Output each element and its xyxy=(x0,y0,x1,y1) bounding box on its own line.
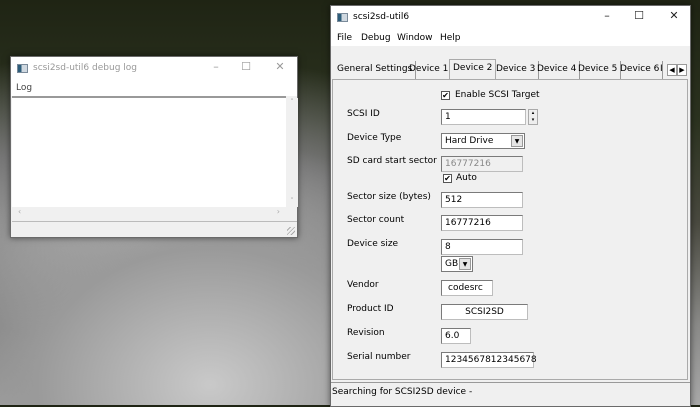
auto-checkbox[interactable]: ✔ xyxy=(443,174,452,183)
resize-grip[interactable] xyxy=(287,227,295,235)
device-settings-panel: ✔ Enable SCSI Target SCSI ID 1 ▴ ▾ Device… xyxy=(332,79,688,380)
sector-size-input[interactable]: 512 xyxy=(441,192,523,208)
auto-label: Auto xyxy=(456,173,477,183)
tab-scroll-right-button[interactable]: ▶ xyxy=(677,64,687,76)
device-size-label: Device size xyxy=(347,239,399,249)
vendor-input[interactable]: codesrc xyxy=(441,280,493,296)
enable-scsi-target-label: Enable SCSI Target xyxy=(455,90,540,100)
vertical-scrollbar[interactable]: ˄ ˅ xyxy=(286,98,298,207)
title-bar[interactable]: scsi2sd-util6 debug log – ☐ ✕ xyxy=(11,57,297,82)
revision-label: Revision xyxy=(347,328,385,338)
serial-number-input[interactable]: 1234567812345678 xyxy=(441,352,537,368)
app-icon xyxy=(17,64,28,73)
scroll-up-arrow[interactable]: ˄ xyxy=(286,98,298,106)
scroll-left-arrow[interactable]: ‹ xyxy=(18,207,21,216)
debug-log-window: scsi2sd-util6 debug log – ☐ ✕ Log ˄ ˅ ‹ … xyxy=(10,56,298,238)
maximize-button[interactable]: ☐ xyxy=(629,9,649,22)
vendor-label: Vendor xyxy=(347,280,379,290)
window-title: scsi2sd-util6 debug log xyxy=(33,63,137,73)
device-type-value: Hard Drive xyxy=(445,136,494,146)
tab-device-5[interactable]: Device 5 xyxy=(575,61,622,79)
chevron-down-icon[interactable]: ▼ xyxy=(511,135,523,147)
tab-device-7-partial[interactable]: I xyxy=(659,61,667,79)
sector-count-input[interactable]: 16777216 xyxy=(441,215,523,231)
scroll-right-arrow[interactable]: › xyxy=(277,207,280,216)
status-bar: Searching for SCSI2SD device - xyxy=(331,382,690,402)
menu-window[interactable]: Window xyxy=(397,33,433,43)
log-text-area[interactable] xyxy=(12,96,286,207)
window-title: scsi2sd-util6 xyxy=(353,12,410,22)
scsi-id-spinner[interactable]: ▴ ▾ xyxy=(528,109,538,125)
tab-device-3[interactable]: Device 3 xyxy=(493,61,540,79)
menu-bar: File Debug Window Help xyxy=(331,31,690,46)
main-window: scsi2sd-util6 – ☐ ✕ File Debug Window He… xyxy=(330,5,691,407)
horizontal-scrollbar[interactable]: ‹ › xyxy=(12,207,286,219)
serial-number-label: Serial number xyxy=(347,352,411,362)
chevron-down-icon[interactable]: ▼ xyxy=(459,258,471,270)
title-bar[interactable]: scsi2sd-util6 – ☐ ✕ xyxy=(331,6,690,31)
minimize-button[interactable]: – xyxy=(206,60,226,73)
tab-general-settings[interactable]: General Settings xyxy=(334,61,417,79)
status-bar xyxy=(12,221,297,237)
enable-scsi-target-checkbox[interactable]: ✔ xyxy=(441,91,450,100)
menu-debug[interactable]: Debug xyxy=(361,33,391,43)
menu-help[interactable]: Help xyxy=(440,33,461,43)
sector-count-label: Sector count xyxy=(347,215,405,225)
device-size-input[interactable]: 8 xyxy=(441,239,523,255)
tab-device-2[interactable]: Device 2 xyxy=(449,59,497,80)
device-type-label: Device Type xyxy=(347,133,402,143)
scsi-id-label: SCSI ID xyxy=(347,109,380,119)
device-type-select[interactable]: Hard Drive ▼ xyxy=(441,133,525,149)
scsi-id-input[interactable]: 1 xyxy=(441,109,526,125)
maximize-button[interactable]: ☐ xyxy=(236,60,256,73)
sd-start-sector-input[interactable]: 16777216 xyxy=(441,156,523,172)
tab-device-6[interactable]: Device 6 xyxy=(617,61,664,79)
status-text: Searching for SCSI2SD device - xyxy=(332,387,473,397)
menu-bar: Log xyxy=(11,82,297,96)
product-id-input[interactable]: SCSI2SD xyxy=(441,304,528,320)
tab-device-1[interactable]: Device 1 xyxy=(406,61,453,79)
menu-file[interactable]: File xyxy=(337,33,352,43)
tab-bar: General Settings Device 1 Device 2 Devic… xyxy=(334,59,690,80)
sector-size-label: Sector size (bytes) xyxy=(347,192,431,202)
product-id-label: Product ID xyxy=(347,304,394,314)
sd-start-sector-label: SD card start sector xyxy=(347,156,437,166)
device-size-unit-value: GB xyxy=(445,259,459,269)
app-icon xyxy=(337,13,348,22)
close-button[interactable]: ✕ xyxy=(270,60,290,73)
tab-device-4[interactable]: Device 4 xyxy=(534,61,581,79)
device-size-unit-select[interactable]: GB ▼ xyxy=(441,256,473,272)
menu-log[interactable]: Log xyxy=(16,83,32,93)
scroll-down-arrow[interactable]: ˅ xyxy=(286,197,298,205)
close-button[interactable]: ✕ xyxy=(664,9,684,22)
tab-scroll-left-button[interactable]: ◀ xyxy=(667,64,677,76)
revision-input[interactable]: 6.0 xyxy=(441,328,471,344)
minimize-button[interactable]: – xyxy=(597,9,617,22)
